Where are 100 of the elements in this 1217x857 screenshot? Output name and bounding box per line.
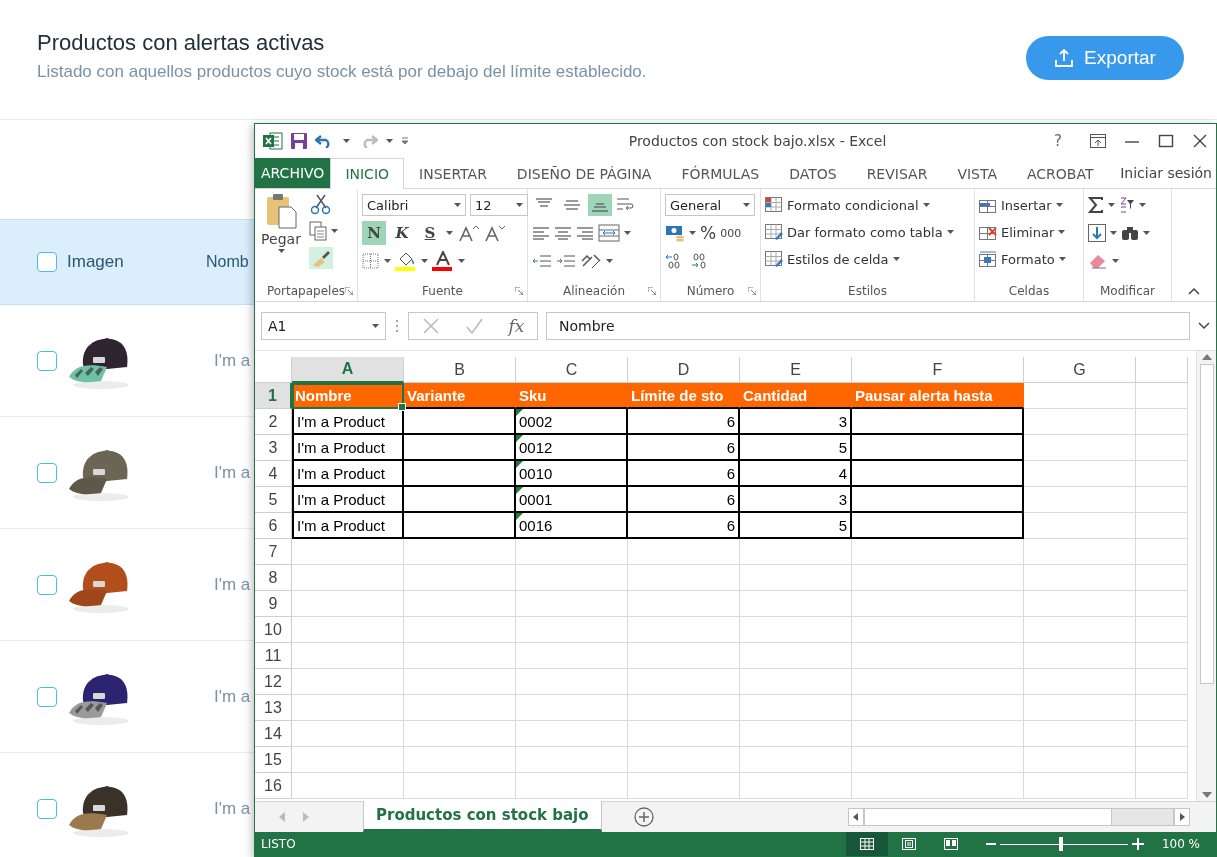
row-header[interactable]: 14: [255, 721, 292, 747]
ribbon-tab[interactable]: VISTA: [942, 158, 1012, 188]
ribbon-command[interactable]: Formato: [979, 247, 1066, 271]
row-header[interactable]: 9: [255, 591, 292, 617]
row-header[interactable]: 13: [255, 695, 292, 721]
ribbon-tab[interactable]: FÓRMULAS: [666, 158, 775, 188]
column-header[interactable]: E: [740, 357, 852, 383]
scroll-up-icon[interactable]: [1201, 354, 1212, 360]
borders-icon[interactable]: [362, 253, 380, 269]
checkbox[interactable]: [37, 252, 57, 272]
cut-icon[interactable]: [309, 193, 333, 215]
ribbon-command[interactable]: Formato condicional: [765, 193, 954, 217]
page-layout-icon[interactable]: [901, 838, 916, 850]
checkbox[interactable]: [37, 462, 57, 483]
horizontal-scrollbar[interactable]: [864, 808, 1174, 826]
ribbon-tab[interactable]: INICIO: [330, 158, 405, 189]
help-button[interactable]: ?: [1046, 132, 1070, 150]
row-header[interactable]: 8: [255, 565, 292, 591]
sum-icon[interactable]: [1088, 197, 1104, 213]
column-header[interactable]: F: [852, 357, 1024, 383]
close-icon[interactable]: [1192, 134, 1208, 148]
sheet-tab[interactable]: Productos con stock bajo: [363, 801, 602, 832]
format-painter-icon[interactable]: [311, 249, 331, 267]
copy-icon[interactable]: [309, 221, 327, 241]
add-sheet-icon[interactable]: [633, 807, 654, 827]
caret-icon[interactable]: [1110, 231, 1117, 235]
caret-icon[interactable]: [624, 231, 631, 235]
dialog-launcher-icon[interactable]: [648, 287, 656, 295]
percent-button[interactable]: %: [700, 223, 717, 243]
dialog-launcher-icon[interactable]: [748, 287, 756, 295]
file-tab[interactable]: ARCHIVO: [255, 158, 331, 188]
column-header[interactable]: B: [404, 357, 516, 383]
insert-function-button[interactable]: fx: [508, 316, 525, 336]
ribbon-command[interactable]: Eliminar: [979, 220, 1066, 244]
fill-color-icon[interactable]: [395, 251, 417, 271]
font-size-dropdown[interactable]: 12: [470, 194, 528, 216]
ribbon-command[interactable]: Insertar: [979, 193, 1066, 217]
caret-icon[interactable]: [421, 259, 428, 263]
zoom-in-icon[interactable]: [1131, 838, 1144, 850]
sign-in-link[interactable]: Iniciar sesión: [1120, 158, 1216, 188]
row-header[interactable]: 7: [255, 539, 292, 565]
caret-icon[interactable]: [1139, 203, 1146, 207]
italic-button[interactable]: K: [390, 221, 414, 245]
grow-font-icon[interactable]: [457, 224, 479, 242]
caret-icon[interactable]: [1143, 231, 1150, 235]
bold-button[interactable]: N: [362, 221, 386, 245]
scroll-right-icon[interactable]: [1174, 808, 1190, 826]
caret-icon[interactable]: [384, 259, 391, 263]
vertical-scrollbar[interactable]: [1196, 351, 1216, 801]
row-header[interactable]: 3: [255, 435, 292, 461]
ribbon-command[interactable]: Estilos de celda: [765, 247, 954, 271]
formula-field[interactable]: Nombre: [546, 312, 1190, 340]
align-right-icon[interactable]: [576, 226, 594, 240]
dialog-launcher-icon[interactable]: [515, 287, 523, 295]
underline-button[interactable]: S: [418, 221, 442, 245]
scroll-down-icon[interactable]: [1201, 792, 1212, 798]
checkbox[interactable]: [37, 574, 57, 595]
view-button[interactable]: [845, 832, 888, 856]
ribbon-tab[interactable]: DATOS: [774, 158, 852, 188]
page-break-icon[interactable]: [943, 838, 958, 850]
ribbon-tab[interactable]: REVISAR: [851, 158, 943, 188]
row-header[interactable]: 1: [255, 383, 292, 409]
merge-center-icon[interactable]: [598, 224, 620, 242]
row-header[interactable]: 10: [255, 617, 292, 643]
fill-handle[interactable]: [398, 403, 406, 411]
text-orientation-icon[interactable]: [580, 252, 602, 270]
caret-icon[interactable]: [458, 259, 465, 263]
shrink-font-icon[interactable]: [483, 224, 505, 242]
align-middle-icon[interactable]: [563, 198, 581, 212]
customize-icon[interactable]: [401, 137, 409, 145]
row-header[interactable]: 15: [255, 747, 292, 773]
ribbon-tab[interactable]: DISEÑO DE PÁGINA: [501, 158, 667, 188]
slider-thumb[interactable]: [1059, 837, 1064, 851]
checkbox[interactable]: [37, 798, 57, 819]
ribbon-command[interactable]: Dar formato como tabla: [765, 220, 954, 244]
expand-icon[interactable]: [1198, 322, 1210, 330]
collapse-ribbon-icon[interactable]: [1188, 287, 1200, 295]
row-header[interactable]: 11: [255, 643, 292, 669]
caret-icon[interactable]: [1112, 259, 1119, 263]
caret-icon[interactable]: [1108, 203, 1115, 207]
normal-view-icon[interactable]: [859, 838, 874, 850]
row-header[interactable]: 6: [255, 513, 292, 539]
align-center-icon[interactable]: [554, 226, 572, 240]
caret-icon[interactable]: [689, 231, 696, 235]
column-header[interactable]: A: [292, 357, 404, 383]
number-format-dropdown[interactable]: General: [665, 194, 755, 216]
checkbox[interactable]: [37, 686, 57, 707]
ribbon-tab[interactable]: INSERTAR: [404, 158, 502, 188]
align-left-icon[interactable]: [532, 226, 550, 240]
caret-icon[interactable]: [446, 231, 453, 235]
scroll-left-icon[interactable]: [848, 808, 864, 826]
row-header[interactable]: 5: [255, 487, 292, 513]
thousands-button[interactable]: 000: [720, 226, 742, 240]
column-header[interactable]: D: [628, 357, 740, 383]
sort-filter-icon[interactable]: [1119, 197, 1135, 213]
row-header[interactable]: 12: [255, 669, 292, 695]
dialog-launcher-icon[interactable]: [345, 287, 353, 295]
font-color-icon[interactable]: [432, 251, 454, 271]
ribbon-display-icon[interactable]: [1090, 134, 1106, 148]
accounting-icon[interactable]: [665, 224, 685, 242]
